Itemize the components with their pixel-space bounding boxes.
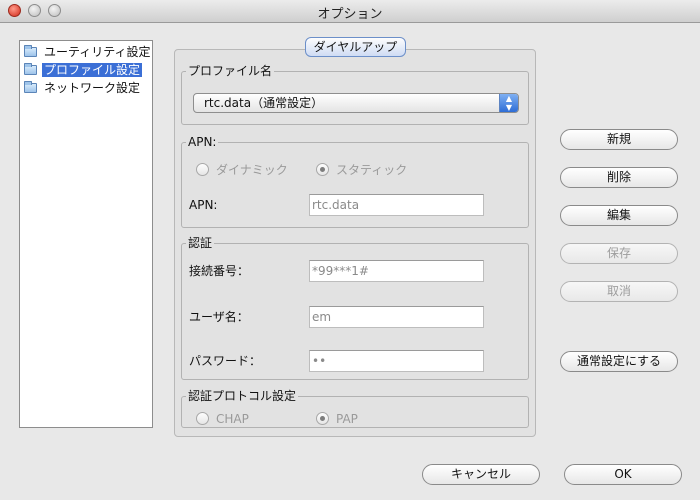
radio-chap-label: CHAP [216,412,249,426]
password-input[interactable]: •• [309,350,484,372]
ok-button[interactable]: OK [564,464,682,485]
options-window: オプション ユーティリティ設定 プロファイル設定 ネットワーク設定 ダイヤルアッ… [0,0,700,500]
tree-item-profile[interactable]: プロファイル設定 [20,61,152,79]
save-button[interactable]: 保存 [560,243,678,264]
window-title: オプション [317,7,383,22]
radio-static[interactable]: スタティック [316,162,407,178]
radio-static-label: スタティック [336,163,408,177]
profile-group-title: プロファイル名 [186,64,275,78]
profile-select[interactable]: rtc.data（通常設定） ▲ ▼ [193,93,519,113]
radio-pap[interactable]: PAP [316,411,358,427]
radio-dynamic-label: ダイナミック [216,163,288,177]
user-input[interactable]: em [309,306,484,328]
tree-item-label: ユーティリティ設定 [44,45,151,59]
radio-pap-label: PAP [336,412,358,426]
edit-button[interactable]: 編集 [560,205,678,226]
number-input[interactable]: *99***1# [309,260,484,282]
apn-group-title: APN: [186,135,219,149]
folder-icon [24,81,37,93]
protocol-group-title: 認証プロトコル設定 [186,389,299,403]
password-label: パスワード： [189,354,262,368]
tree-item-utility[interactable]: ユーティリティ設定 [20,43,152,61]
radio-chap[interactable]: CHAP [196,411,249,427]
cancel-edit-button[interactable]: 取消 [560,281,678,302]
number-label: 接続番号： [189,264,250,278]
radio-dynamic[interactable]: ダイナミック [196,162,288,178]
folder-icon [24,63,37,75]
auth-group-title: 認証 [186,236,215,250]
profile-select-value: rtc.data（通常設定） [204,96,324,110]
up-down-arrows-icon: ▲ ▼ [499,94,518,112]
settings-tree[interactable]: ユーティリティ設定 プロファイル設定 ネットワーク設定 [19,40,153,428]
radio-circle-icon [316,163,329,176]
tree-item-label: プロファイル設定 [42,63,143,77]
apn-field-label: APN: [189,198,218,212]
folder-icon [24,45,37,57]
delete-button[interactable]: 削除 [560,167,678,188]
tree-item-network[interactable]: ネットワーク設定 [20,79,152,97]
set-default-button[interactable]: 通常設定にする [560,351,678,372]
radio-circle-icon [196,412,209,425]
apn-input[interactable]: rtc.data [309,194,484,216]
new-button[interactable]: 新規 [560,129,678,150]
tab-dialup[interactable]: ダイヤルアップ [305,37,406,57]
radio-circle-icon [196,163,209,176]
tree-item-label: ネットワーク設定 [44,81,141,95]
title-bar[interactable]: オプション [0,0,700,23]
cancel-button[interactable]: キャンセル [422,464,540,485]
user-label: ユーザ名： [189,310,249,324]
radio-circle-icon [316,412,329,425]
